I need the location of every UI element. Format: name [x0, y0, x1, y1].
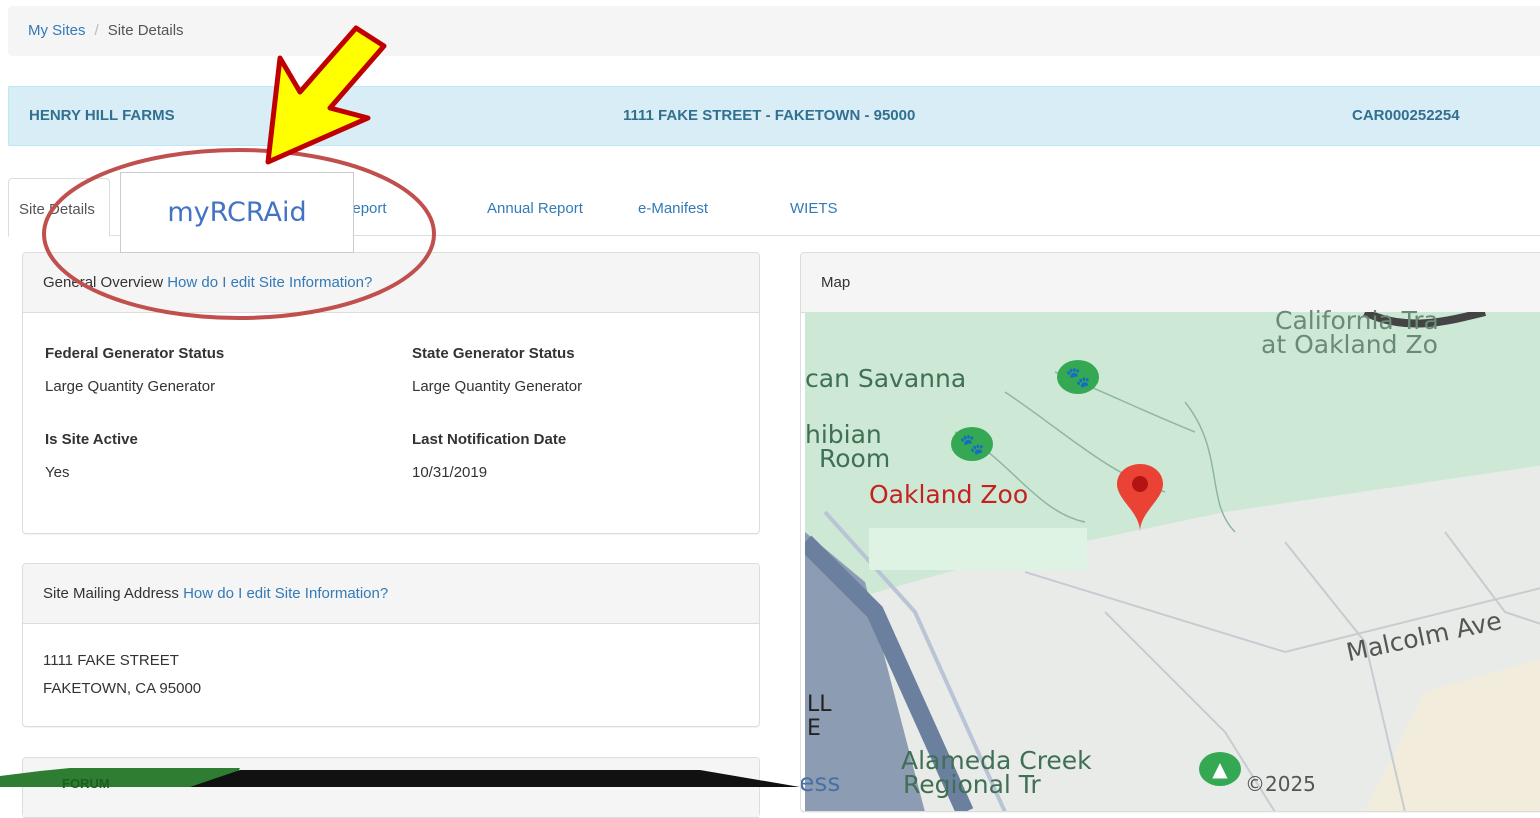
general-overview-panel: General Overview How do I edit Site Info…: [22, 252, 760, 534]
mailing-address-title: Site Mailing Address: [43, 585, 179, 602]
tab-e-manifest[interactable]: e-Manifest: [638, 178, 708, 236]
is-site-active: Is Site Active Yes: [45, 431, 138, 481]
field-label: State Generator Status: [412, 345, 575, 362]
map-label-edge-ll: LL: [807, 692, 832, 717]
field-label: Is Site Active: [45, 431, 138, 448]
mailing-address-heading: Site Mailing Address How do I edit Site …: [23, 564, 759, 624]
field-value: 10/31/2019: [412, 464, 488, 481]
location-pin-icon[interactable]: [1115, 462, 1165, 534]
map-view[interactable]: California Tra at Oakland Zo can Savanna…: [801, 306, 1540, 811]
edit-mailing-info-link[interactable]: How do I edit Site Information?: [183, 585, 388, 602]
site-banner: HENRY HILL FARMS 1111 FAKE STREET - FAKE…: [8, 86, 1540, 146]
paw-icon[interactable]: 🐾: [951, 427, 993, 461]
additional-panel-heading: [23, 758, 759, 818]
site-mailing-address-panel: Site Mailing Address How do I edit Site …: [22, 563, 760, 727]
tab-site-details[interactable]: Site Details: [8, 178, 110, 237]
map-panel: Map California Tra at Oakland Zo can Sav…: [800, 252, 1540, 812]
state-generator-status: State Generator Status Large Quantity Ge…: [412, 345, 582, 395]
map-label-oakland-zoo: Oakland Zoo: [869, 480, 1029, 509]
myrcraid-callout: myRCRAid: [120, 172, 354, 253]
general-overview-title: General Overview: [43, 274, 164, 291]
field-label: Last Notification Date: [412, 431, 567, 448]
breadcrumb-separator: /: [94, 22, 99, 39]
tab-wiets[interactable]: WIETS: [790, 178, 838, 236]
paw-icon[interactable]: 🐾: [1057, 360, 1099, 394]
field-label: Federal Generator Status: [45, 345, 225, 362]
federal-generator-status: Federal Generator Status Large Quantity …: [45, 345, 224, 395]
map-placeholder-box: [869, 528, 1087, 570]
last-notification-date: Last Notification Date 10/31/2019: [412, 431, 566, 481]
field-value: Large Quantity Generator: [412, 378, 583, 395]
map-heading: Map: [801, 253, 1540, 313]
field-value: Large Quantity Generator: [45, 378, 216, 395]
breadcrumb-current: Site Details: [107, 22, 184, 39]
tab-annual-report[interactable]: Annual Report: [487, 178, 583, 236]
map-label-savanna: can Savanna: [805, 364, 967, 393]
forum-footer-decoration: [0, 768, 800, 787]
breadcrumb-my-sites-link[interactable]: My Sites: [28, 22, 86, 39]
mailing-address-line1: 1111 FAKE STREET: [43, 652, 179, 669]
edit-site-info-link[interactable]: How do I edit Site Information?: [167, 274, 372, 291]
site-address: 1111 FAKE STREET - FAKETOWN - 95000: [623, 107, 916, 124]
map-label-at-oakland-zoo: at Oakland Zo: [1261, 330, 1438, 359]
general-overview-heading: General Overview How do I edit Site Info…: [23, 253, 759, 313]
breadcrumb: My Sites / Site Details: [8, 6, 1540, 56]
site-epa-id: CAR000252254: [1352, 107, 1460, 124]
additional-panel: [22, 757, 760, 818]
map-label-edge-e: E: [807, 716, 821, 741]
field-value: Yes: [45, 464, 70, 481]
forum-label: FORUM: [62, 776, 110, 791]
map-label-room: Room: [819, 444, 891, 473]
site-name: HENRY HILL FARMS: [29, 107, 175, 124]
mailing-address-line2: FAKETOWN, CA 95000: [43, 680, 202, 697]
